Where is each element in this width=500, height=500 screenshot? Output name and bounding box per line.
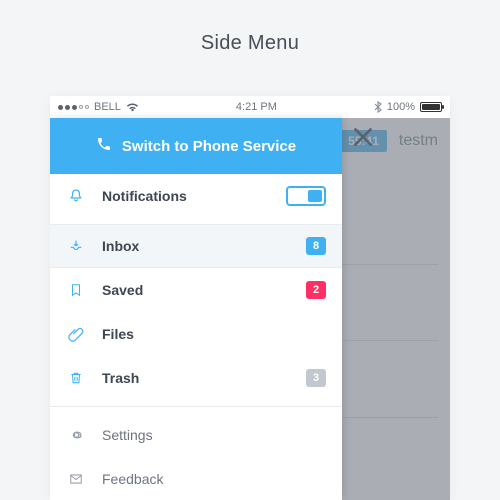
switch-service-label: Switch to Phone Service: [122, 138, 296, 155]
carrier-label: BELL: [94, 101, 121, 113]
bookmark-icon: [66, 282, 86, 298]
notifications-toggle[interactable]: [286, 186, 326, 206]
side-menu: Switch to Phone Service Notifications In…: [50, 118, 342, 500]
sidebar-item-notifications[interactable]: Notifications: [50, 174, 342, 218]
sidebar-item-label: Feedback: [102, 471, 326, 487]
trash-badge: 3: [306, 369, 326, 387]
sidebar-item-label: Files: [102, 326, 326, 342]
sidebar-item-feedback[interactable]: Feedback: [50, 457, 342, 500]
sidebar-item-label: Inbox: [102, 238, 290, 254]
device-frame: BELL 4:21 PM 100% 55:41 testm UI8 Market…: [50, 96, 450, 500]
paperclip-icon: [66, 326, 86, 342]
saved-badge: 2: [306, 281, 326, 299]
sidebar-item-saved[interactable]: Saved 2: [50, 268, 342, 312]
sidebar-item-label: Saved: [102, 282, 290, 298]
status-bar: BELL 4:21 PM 100%: [50, 96, 450, 118]
close-icon[interactable]: [350, 124, 376, 155]
switch-service-button[interactable]: Switch to Phone Service: [50, 118, 342, 174]
bell-icon: [66, 188, 86, 204]
inbox-icon: [66, 238, 86, 254]
battery-icon: [420, 102, 442, 112]
menu-divider: [50, 406, 342, 407]
signal-dots-icon: [58, 105, 89, 110]
mail-icon: [66, 472, 86, 486]
bluetooth-icon: [374, 101, 382, 113]
inbox-badge: 8: [306, 237, 326, 255]
sidebar-item-label: Trash: [102, 370, 290, 386]
sidebar-item-inbox[interactable]: Inbox 8: [50, 224, 342, 268]
sidebar-item-label: Notifications: [102, 188, 270, 204]
clock-label: 4:21 PM: [236, 101, 277, 113]
sidebar-item-label: Settings: [102, 427, 326, 443]
wifi-icon: [126, 102, 139, 112]
gear-icon: [66, 427, 86, 443]
battery-pct-label: 100%: [387, 101, 415, 113]
sidebar-item-settings[interactable]: Settings: [50, 413, 342, 457]
phone-icon: [96, 136, 112, 156]
sidebar-item-trash[interactable]: Trash 3: [50, 356, 342, 400]
page-title: Side Menu: [0, 0, 500, 85]
trash-icon: [66, 370, 86, 386]
sidebar-item-files[interactable]: Files: [50, 312, 342, 356]
